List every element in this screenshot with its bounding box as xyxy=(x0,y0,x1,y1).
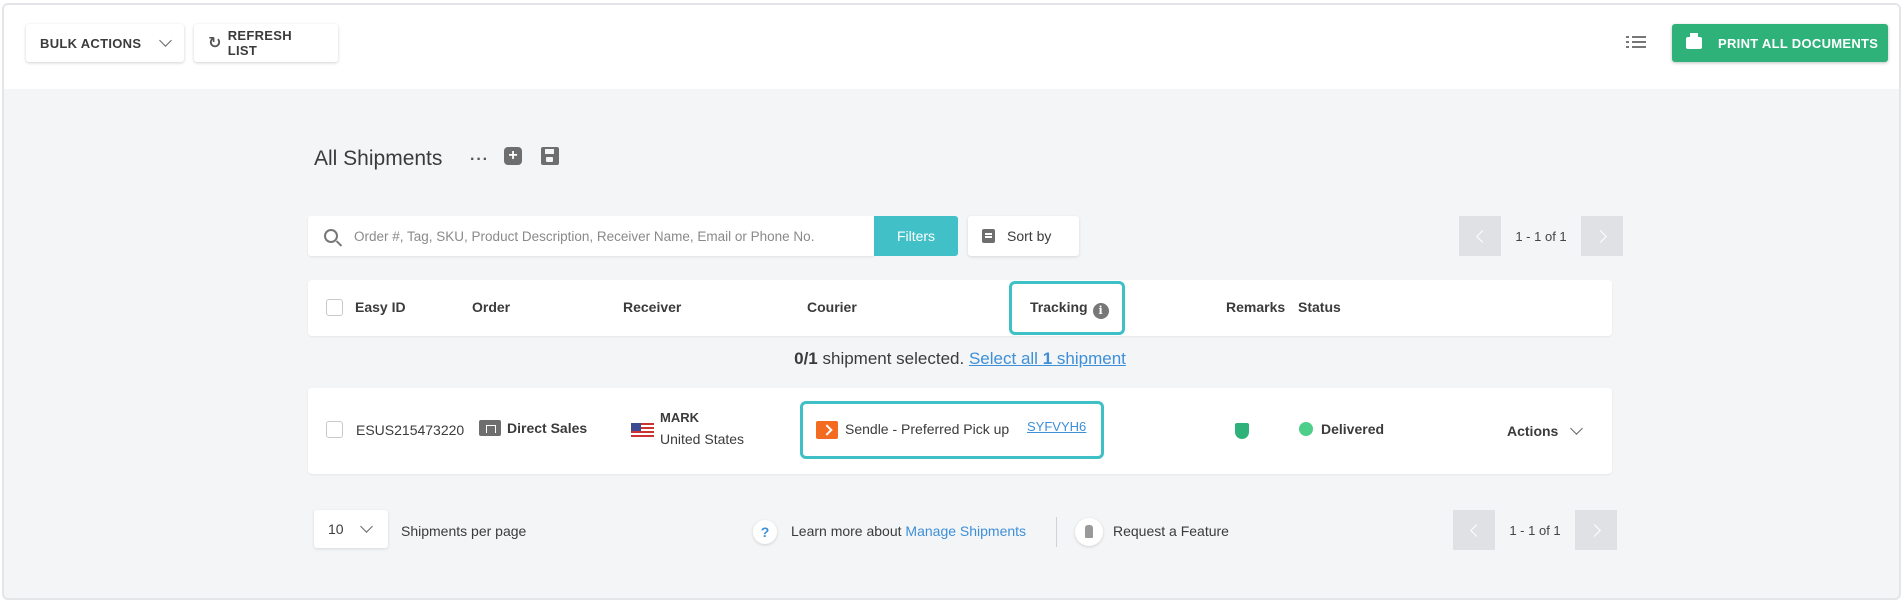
add-view-icon[interactable]: + xyxy=(504,147,522,165)
header-receiver: Receiver xyxy=(623,299,682,315)
prev-page-button[interactable] xyxy=(1459,216,1501,256)
page-range-text: 1 - 1 of 1 xyxy=(1509,522,1561,538)
status-dot-icon xyxy=(1299,422,1313,436)
search-icon xyxy=(324,229,338,243)
next-page-button[interactable] xyxy=(1581,216,1623,256)
page-title: All Shipments xyxy=(314,147,443,170)
per-page-select[interactable]: 10 xyxy=(314,510,388,548)
row-courier: Sendle - Preferred Pick up xyxy=(845,421,1010,437)
printer-icon xyxy=(1686,33,1702,49)
more-options-icon[interactable]: ··· xyxy=(470,151,489,169)
print-all-label: PRINT ALL DOCUMENTS xyxy=(1718,35,1879,51)
row-receiver-country: United States xyxy=(660,431,745,447)
search-bar xyxy=(308,216,874,256)
header-easy-id: Easy ID xyxy=(355,299,406,315)
prev-page-button[interactable] xyxy=(1453,510,1495,550)
chevron-right-icon xyxy=(1587,523,1601,537)
row-order: Direct Sales xyxy=(479,420,587,436)
header-remarks: Remarks xyxy=(1226,299,1286,315)
chevron-left-icon xyxy=(1469,523,1483,537)
per-page-value: 10 xyxy=(328,521,344,537)
manage-shipments-link[interactable]: Manage Shipments xyxy=(905,523,1026,539)
refresh-list-label: REFRESH LIST xyxy=(227,28,292,58)
sendle-logo-icon xyxy=(816,421,838,439)
row-easy-id: ESUS215473220 xyxy=(356,422,465,438)
chevron-right-icon xyxy=(1593,229,1607,243)
row-checkbox[interactable] xyxy=(326,421,343,438)
list-view-icon[interactable] xyxy=(1626,33,1646,51)
store-icon xyxy=(479,420,501,436)
header-tracking: Tracking i xyxy=(1030,299,1109,319)
chevron-down-icon xyxy=(159,34,172,47)
chevron-left-icon xyxy=(1475,229,1489,243)
search-input[interactable] xyxy=(354,228,854,244)
save-view-icon[interactable] xyxy=(541,147,559,165)
tracking-number-link[interactable]: SYFVYH6 xyxy=(1027,419,1086,434)
bottom-pagination: 1 - 1 of 1 xyxy=(1453,510,1617,550)
info-icon[interactable]: i xyxy=(1092,303,1109,319)
app-frame: BULK ACTIONS ↻ REFRESH LIST PRINT ALL DO… xyxy=(2,3,1901,600)
selection-text: shipment selected. xyxy=(822,349,965,368)
bulk-actions-button[interactable]: BULK ACTIONS xyxy=(26,24,184,62)
sort-icon xyxy=(982,229,995,243)
row-order-label: Direct Sales xyxy=(507,420,588,436)
print-all-documents-button[interactable]: PRINT ALL DOCUMENTS xyxy=(1672,24,1888,62)
question-icon: ? xyxy=(753,520,777,544)
select-all-link[interactable]: Select all 1 shipment xyxy=(969,349,1126,368)
table-header: Easy ID Order Receiver Courier Tracking i… xyxy=(308,280,1612,336)
bulk-actions-label: BULK ACTIONS xyxy=(40,35,142,51)
select-all-suffix: shipment xyxy=(1056,349,1126,368)
header-tracking-label: Tracking xyxy=(1030,299,1088,315)
page-range-text: 1 - 1 of 1 xyxy=(1515,228,1567,244)
feature-request-icon xyxy=(1075,518,1103,546)
selection-count: 0/1 xyxy=(794,349,818,368)
learn-more-text: Learn more about Manage Shipments xyxy=(791,523,1026,539)
row-status-label: Delivered xyxy=(1321,421,1385,437)
sort-by-button[interactable]: Sort by xyxy=(968,216,1079,256)
table-row: ESUS215473220 Direct Sales MARK United S… xyxy=(308,388,1612,474)
select-all-checkbox[interactable] xyxy=(326,299,343,316)
filters-button[interactable]: Filters xyxy=(874,216,958,256)
row-status: Delivered xyxy=(1299,421,1384,437)
header-status: Status xyxy=(1298,299,1341,315)
row-actions-label: Actions xyxy=(1507,423,1559,439)
next-page-button[interactable] xyxy=(1575,510,1617,550)
request-feature-link[interactable]: Request a Feature xyxy=(1113,523,1229,539)
chevron-down-icon xyxy=(359,520,373,533)
header-courier: Courier xyxy=(807,299,857,315)
shield-icon xyxy=(1235,423,1249,439)
row-actions-dropdown[interactable]: Actions xyxy=(1507,422,1584,439)
top-toolbar: BULK ACTIONS ↻ REFRESH LIST PRINT ALL DO… xyxy=(4,5,1899,89)
us-flag-icon xyxy=(631,423,654,438)
select-all-prefix: Select all xyxy=(968,349,1038,368)
footer-divider xyxy=(1056,517,1057,547)
learn-more-prefix: Learn more about xyxy=(791,523,902,539)
row-receiver-name: MARK xyxy=(660,410,699,425)
per-page-label: Shipments per page xyxy=(401,523,527,539)
header-order: Order xyxy=(472,299,511,315)
refresh-icon: ↻ xyxy=(208,35,222,52)
chevron-down-icon xyxy=(1570,422,1584,435)
selection-summary: 0/1 shipment selected. Select all 1 ship… xyxy=(308,349,1612,369)
select-all-count: 1 xyxy=(1042,349,1053,368)
refresh-list-button[interactable]: ↻ REFRESH LIST xyxy=(194,24,338,62)
courier-highlight: Sendle - Preferred Pick up SYFVYH6 xyxy=(800,401,1104,459)
sort-by-label: Sort by xyxy=(1007,228,1052,244)
top-pagination: 1 - 1 of 1 xyxy=(1459,216,1623,256)
